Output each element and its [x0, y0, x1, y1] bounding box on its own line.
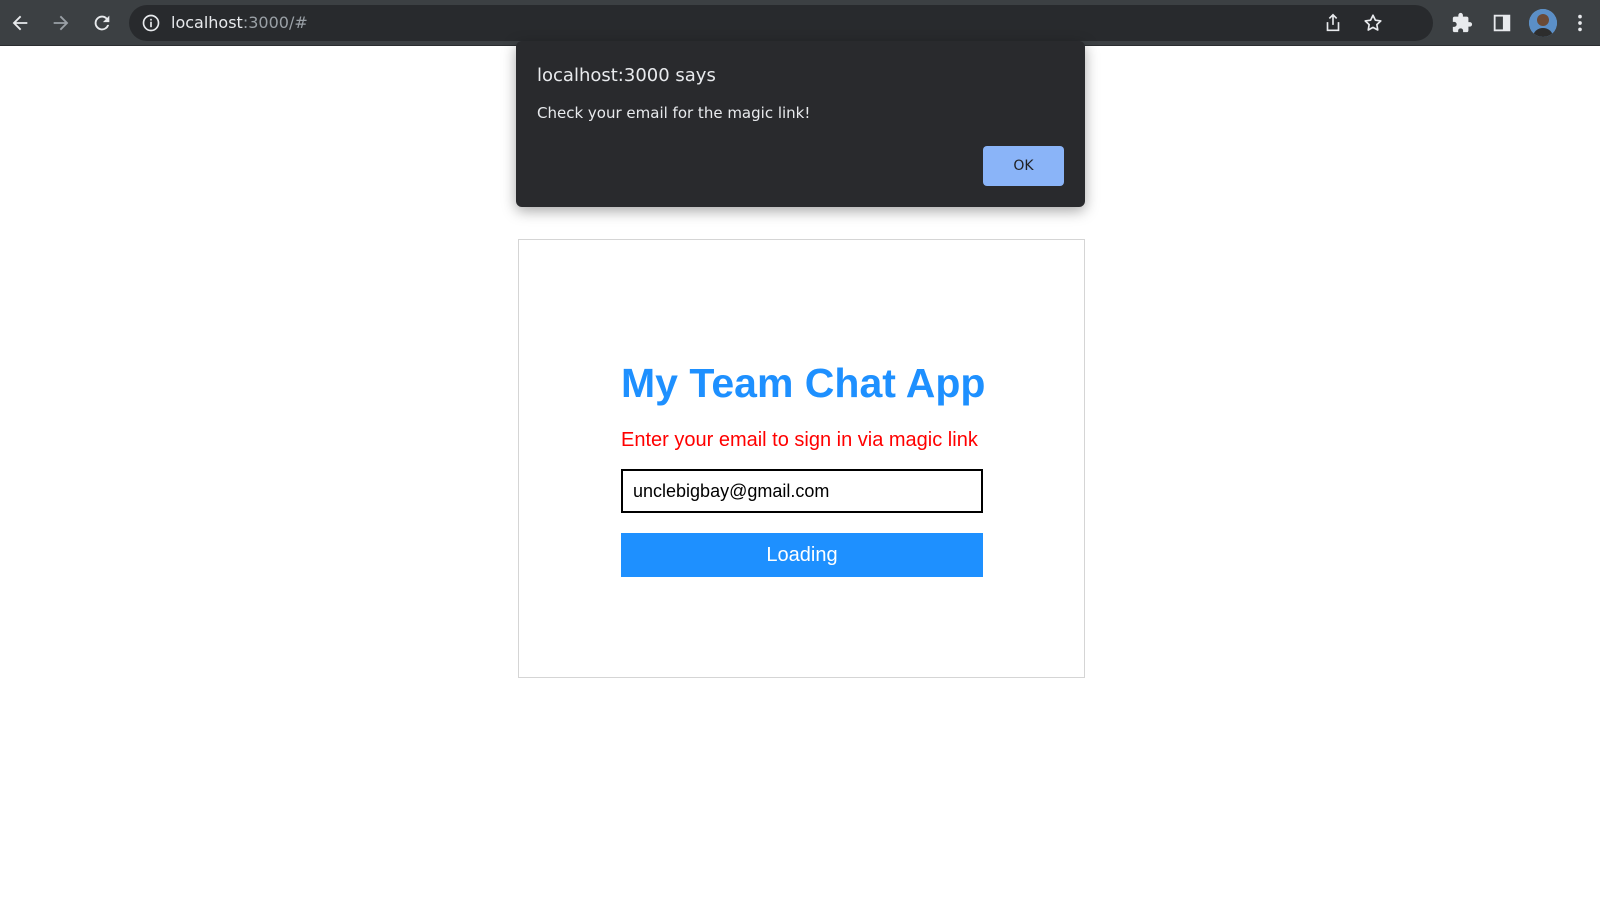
url-text: localhost:3000/# — [171, 13, 308, 33]
address-bar[interactable]: localhost:3000/# — [129, 5, 1433, 41]
more-vertical-icon — [1578, 14, 1582, 32]
side-panel-button[interactable] — [1486, 7, 1518, 39]
app-title: My Team Chat App — [621, 360, 986, 406]
profile-avatar[interactable] — [1529, 9, 1557, 37]
alert-dialog: localhost:3000 says Check your email for… — [516, 41, 1085, 207]
share-icon[interactable] — [1322, 12, 1344, 34]
info-icon[interactable] — [141, 13, 161, 33]
bookmark-star-icon[interactable] — [1362, 12, 1384, 34]
side-panel-icon — [1493, 14, 1511, 32]
reload-icon — [94, 15, 110, 31]
browser-toolbar: localhost:3000/# — [0, 0, 1600, 46]
puzzle-icon — [1452, 12, 1473, 33]
sign-in-button[interactable]: Loading — [621, 533, 983, 577]
dialog-ok-button[interactable]: OK — [983, 146, 1064, 186]
login-instructions: Enter your email to sign in via magic li… — [621, 429, 978, 451]
url-path: :3000/# — [242, 13, 308, 32]
user-avatar-icon — [1529, 9, 1557, 37]
login-card: My Team Chat App Enter your email to sig… — [518, 239, 1085, 678]
dialog-message: Check your email for the magic link! — [537, 104, 811, 122]
dialog-title: localhost:3000 says — [537, 65, 716, 86]
extensions-button[interactable] — [1446, 7, 1478, 39]
back-button[interactable] — [4, 7, 36, 39]
url-host: localhost — [171, 13, 243, 32]
browser-menu-button[interactable] — [1568, 7, 1592, 39]
forward-button[interactable] — [45, 7, 77, 39]
arrow-right-icon — [53, 15, 69, 31]
reload-button[interactable] — [86, 7, 118, 39]
email-input[interactable] — [621, 469, 983, 513]
arrow-left-icon — [12, 15, 28, 31]
